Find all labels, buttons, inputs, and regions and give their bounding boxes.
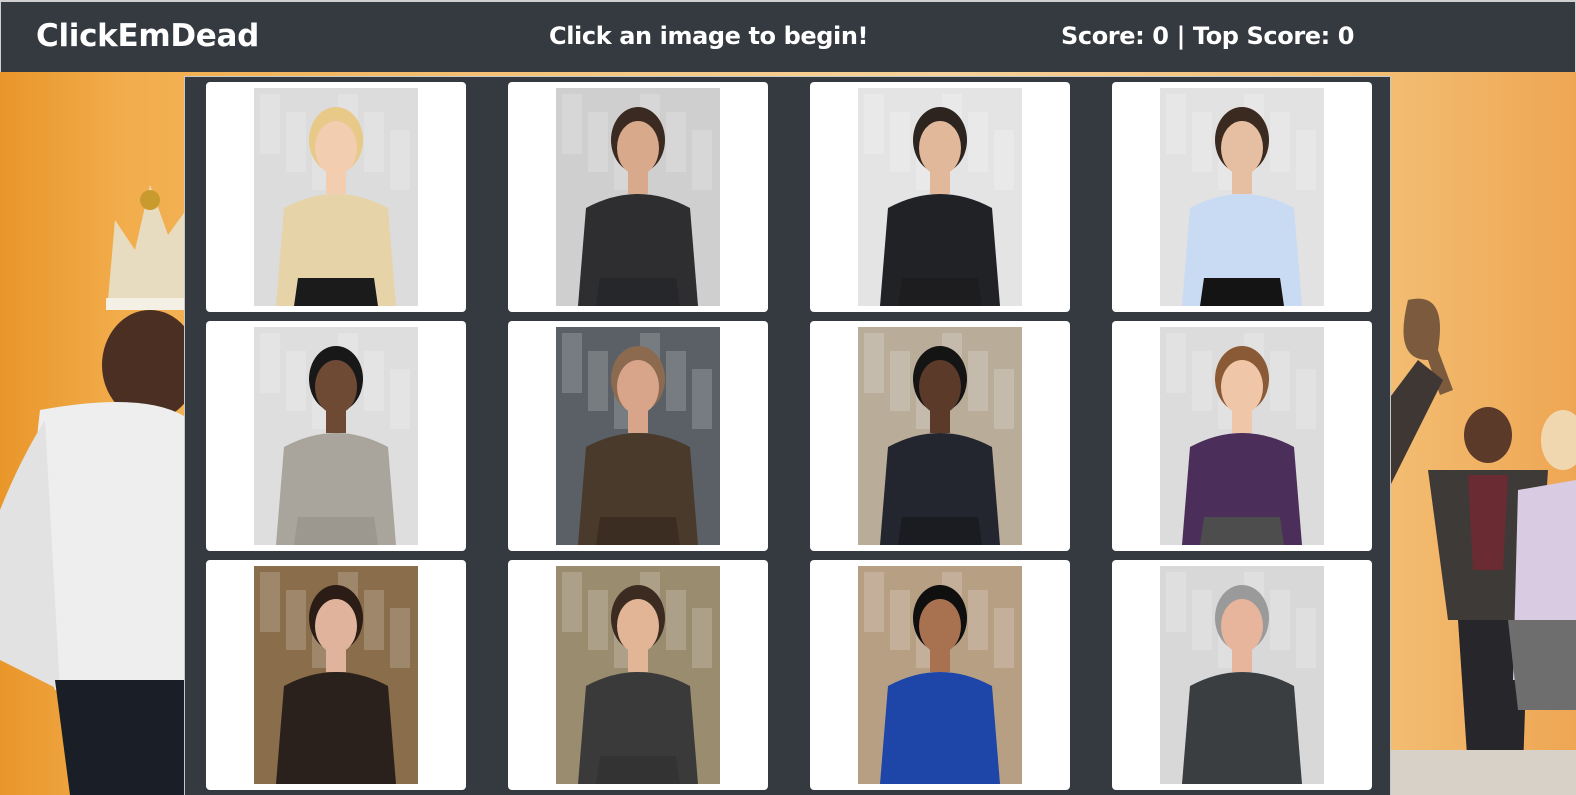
character-portrait[interactable] [858,327,1022,545]
character-card[interactable] [1112,321,1372,551]
score-label: Score: [1061,22,1145,50]
score-separator: | [1176,22,1186,50]
character-portrait[interactable] [254,88,418,306]
character-portrait[interactable] [254,327,418,545]
character-card[interactable] [206,321,466,551]
background-figure-left [0,185,190,795]
character-card[interactable] [508,82,768,312]
game-message: Click an image to begin! [549,22,869,50]
score-display: Score: 0 | Top Score: 0 [1061,20,1355,52]
brand-title[interactable]: ClickEmDead [36,16,259,56]
character-portrait[interactable] [1160,88,1324,306]
character-card[interactable] [206,560,466,790]
character-card[interactable] [810,560,1070,790]
character-card[interactable] [206,82,466,312]
top-score-value: 0 [1337,22,1355,50]
character-card[interactable] [1112,560,1372,790]
character-portrait[interactable] [556,566,720,784]
character-portrait[interactable] [1160,327,1324,545]
character-portrait[interactable] [254,566,418,784]
background-figure-right [1388,298,1576,795]
character-card[interactable] [1112,82,1372,312]
game-board [184,76,1391,795]
character-card[interactable] [810,321,1070,551]
navbar: ClickEmDead Click an image to begin! Sco… [0,0,1576,72]
character-portrait[interactable] [1160,566,1324,784]
character-portrait[interactable] [556,88,720,306]
character-card[interactable] [508,321,768,551]
top-score-label: Top Score: [1192,22,1330,50]
character-portrait[interactable] [858,566,1022,784]
character-card[interactable] [508,560,768,790]
character-portrait[interactable] [556,327,720,545]
character-card[interactable] [810,82,1070,312]
score-value: 0 [1152,22,1169,50]
character-portrait[interactable] [858,88,1022,306]
character-grid [206,82,1372,790]
